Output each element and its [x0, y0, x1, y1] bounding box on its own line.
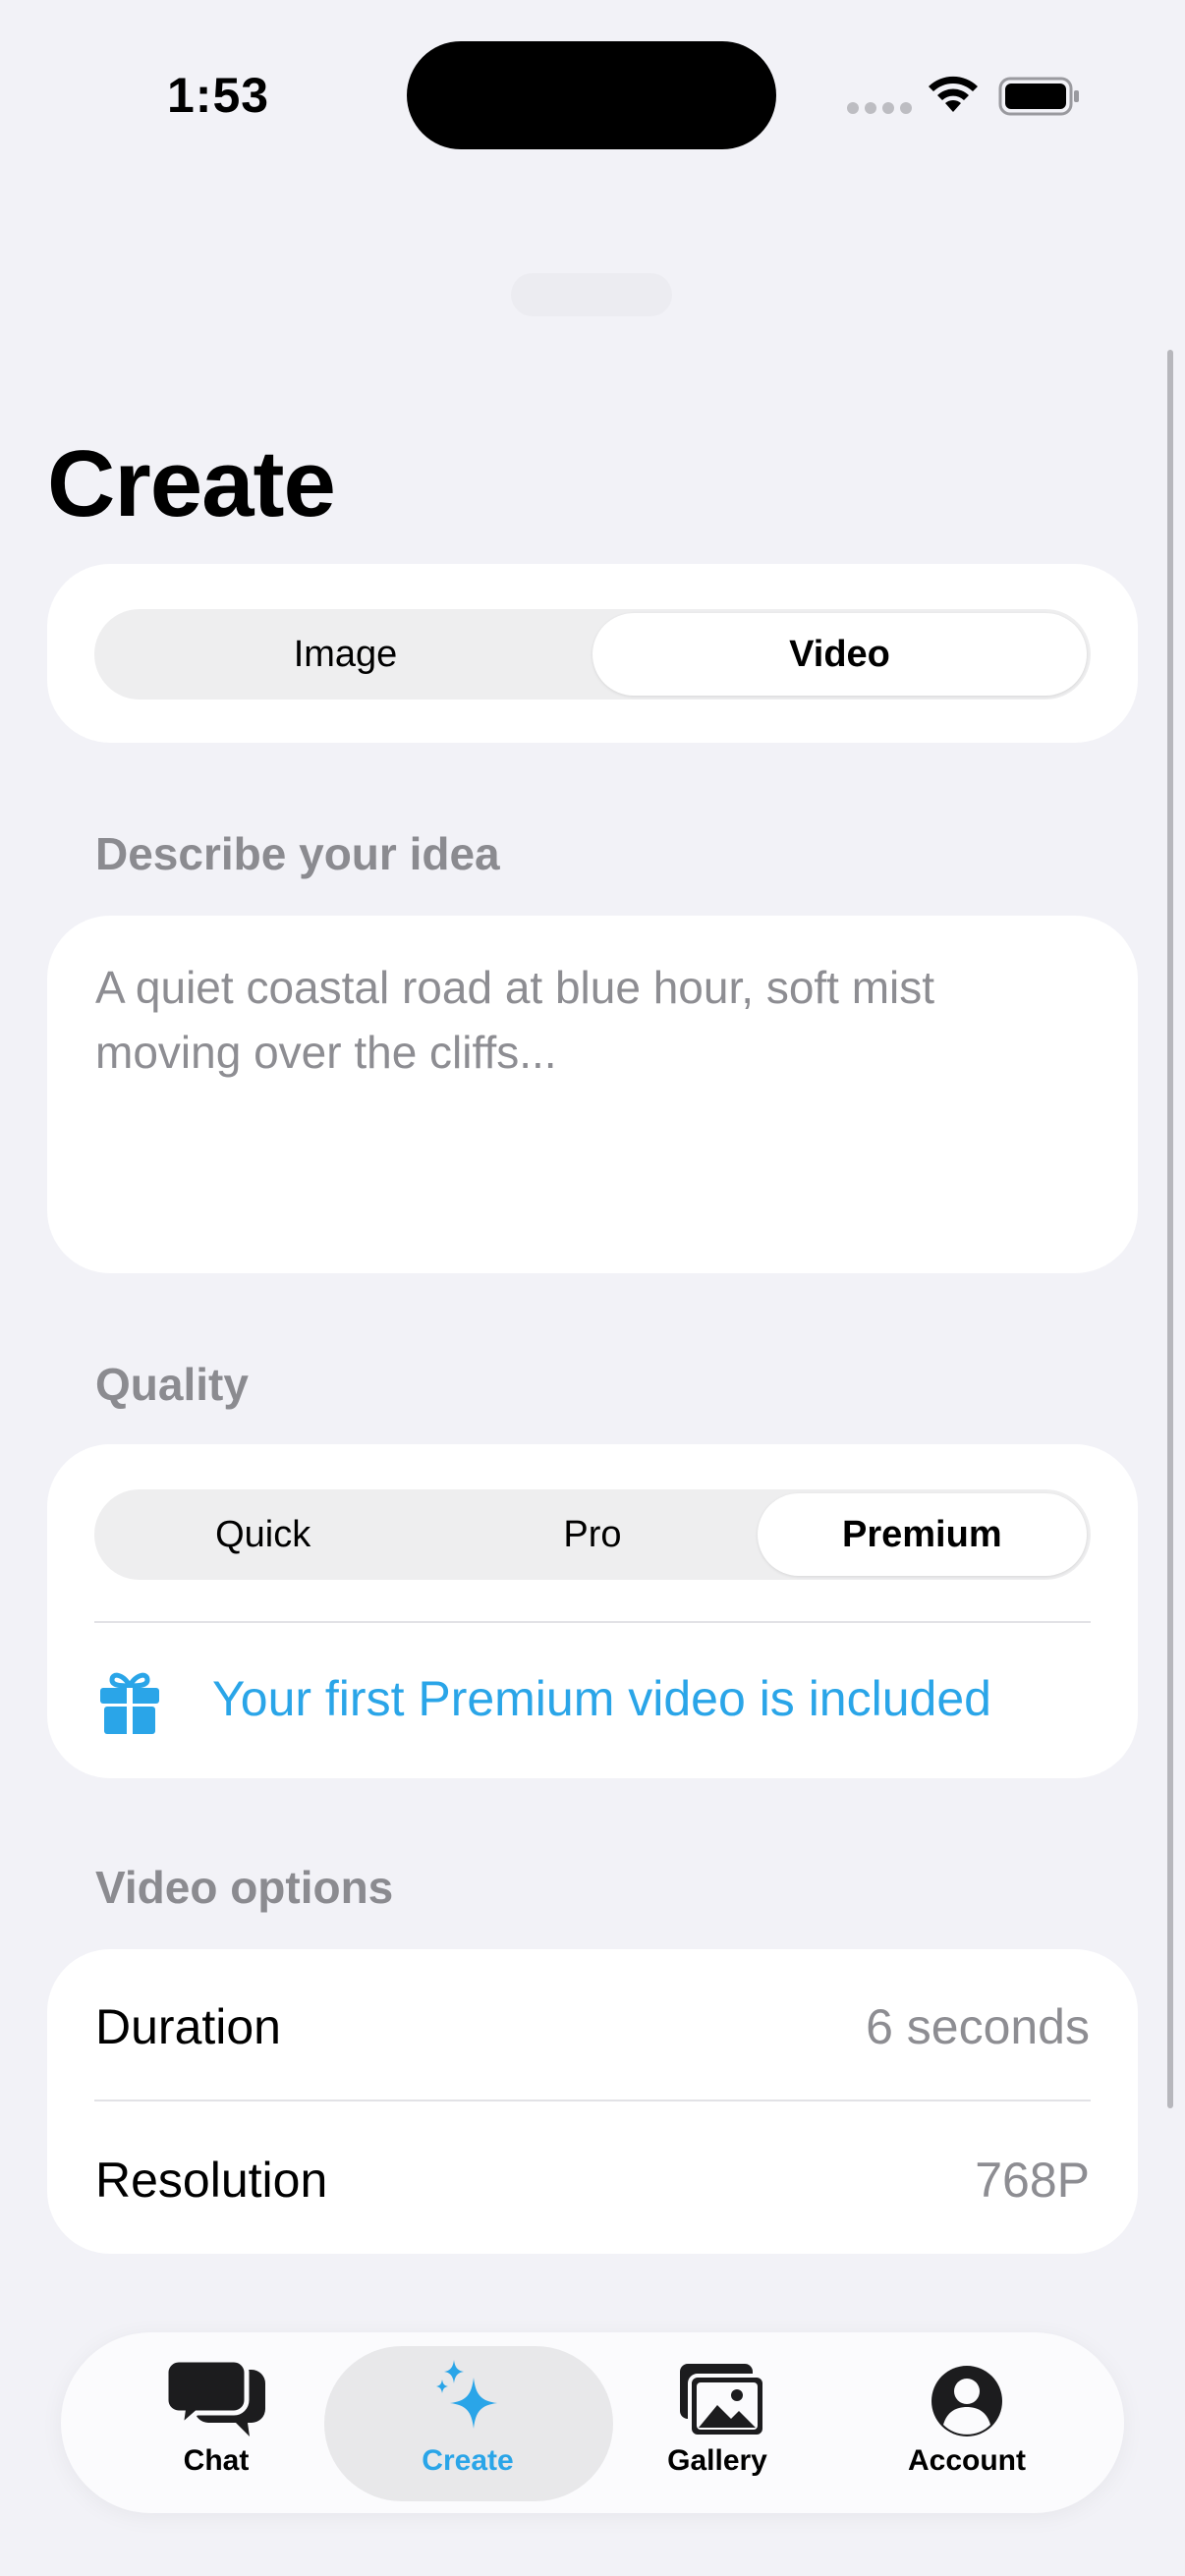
quality-divider: [94, 1621, 1091, 1623]
dynamic-island: [407, 41, 776, 149]
tab-account[interactable]: Account: [869, 2358, 1065, 2478]
resolution-value: 768P: [975, 2153, 1090, 2208]
duration-label: Duration: [95, 1999, 281, 2054]
quality-card: Quick Pro Premium Your first Premium vid…: [47, 1444, 1138, 1778]
person-circle-icon: [931, 2366, 1002, 2436]
status-time: 1:53: [167, 68, 270, 123]
scrollbar[interactable]: [1167, 350, 1173, 2108]
cellular-signal-icon: [847, 102, 912, 114]
wifi-icon: [929, 76, 978, 112]
segment-quick[interactable]: Quick: [98, 1493, 427, 1576]
quality-label: Quality: [95, 1359, 249, 1410]
media-type-segmented-control: Image Video: [94, 609, 1091, 700]
prompt-placeholder: A quiet coastal road at blue hour, soft …: [95, 962, 935, 1078]
video-options-card: Duration 6 seconds Resolution 768P: [47, 1949, 1138, 2254]
chat-bubbles-icon: [165, 2358, 265, 2436]
nav-placeholder-pill: [511, 273, 672, 316]
battery-icon: [998, 77, 1079, 116]
quality-segmented-control: Quick Pro Premium: [94, 1489, 1091, 1580]
video-options-label: Video options: [95, 1862, 394, 1913]
segment-pro[interactable]: Pro: [427, 1493, 757, 1576]
tab-gallery[interactable]: Gallery: [619, 2358, 816, 2478]
tab-create[interactable]: Create: [369, 2358, 566, 2478]
prompt-label: Describe your idea: [95, 828, 500, 879]
tab-create-label: Create: [422, 2444, 514, 2477]
resolution-row[interactable]: Resolution 768P: [47, 2102, 1138, 2254]
sparkles-icon: [436, 2360, 497, 2429]
media-type-card: Image Video: [47, 564, 1138, 743]
duration-row[interactable]: Duration 6 seconds: [47, 1949, 1138, 2100]
tab-gallery-label: Gallery: [667, 2444, 767, 2477]
segment-video[interactable]: Video: [592, 613, 1087, 696]
segment-premium[interactable]: Premium: [757, 1493, 1087, 1576]
page-title: Create: [47, 431, 336, 536]
gift-icon: [100, 1672, 159, 1734]
prompt-input[interactable]: A quiet coastal road at blue hour, soft …: [47, 916, 1138, 1273]
options-divider: [94, 2100, 1091, 2101]
photos-icon: [680, 2364, 766, 2438]
premium-promo-text: Your first Premium video is included: [212, 1671, 991, 1726]
segment-image[interactable]: Image: [98, 613, 592, 696]
tab-chat-label: Chat: [183, 2444, 250, 2477]
tab-chat[interactable]: Chat: [118, 2358, 314, 2478]
tab-account-label: Account: [908, 2444, 1026, 2477]
duration-value: 6 seconds: [866, 1999, 1090, 2054]
resolution-label: Resolution: [95, 2153, 328, 2208]
